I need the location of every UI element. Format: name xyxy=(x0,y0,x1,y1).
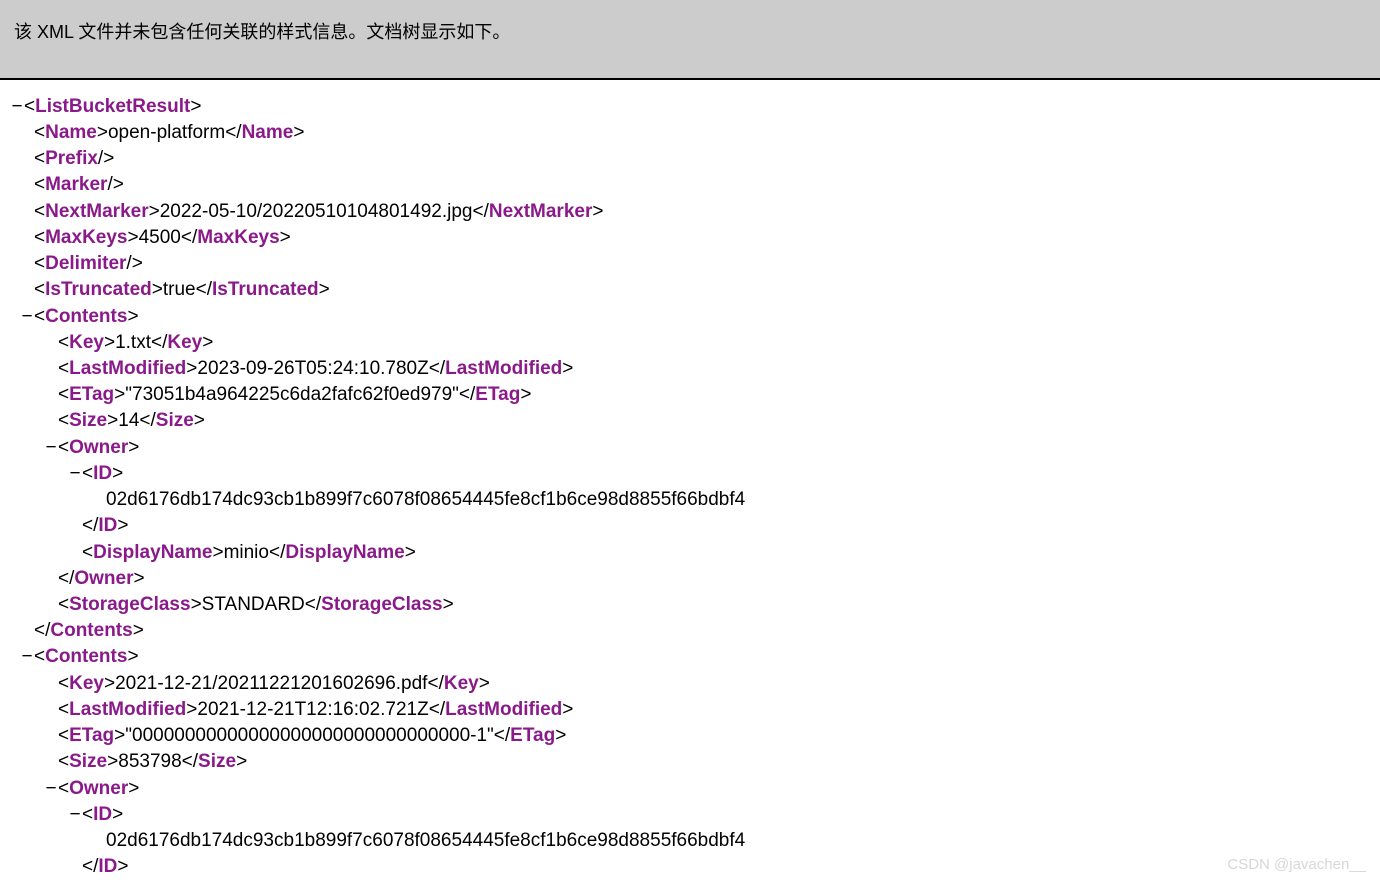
node-nextmarker: <NextMarker>2022-05-10/20220510104801492… xyxy=(10,199,1370,225)
node-contents-open: −<Contents> xyxy=(10,644,1370,670)
node-id-value: 02d6176db174dc93cb1b899f7c6078f08654445f… xyxy=(10,487,1370,513)
info-banner-text: 该 XML 文件并未包含任何关联的样式信息。文档树显示如下。 xyxy=(14,22,510,42)
node-listbucketresult-open: −<ListBucketResult> xyxy=(10,94,1370,120)
node-id-open: −<ID> xyxy=(10,461,1370,487)
node-owner-close: </Owner> xyxy=(10,566,1370,592)
node-owner-open: −<Owner> xyxy=(10,776,1370,802)
collapse-toggle[interactable]: − xyxy=(44,435,58,461)
node-size: <Size>853798</Size> xyxy=(10,749,1370,775)
node-id-close: </ID> xyxy=(10,854,1370,880)
node-istruncated: <IsTruncated>true</IsTruncated> xyxy=(10,277,1370,303)
node-etag: <ETag>"73051b4a964225c6da2fafc62f0ed979"… xyxy=(10,382,1370,408)
collapse-toggle[interactable]: − xyxy=(68,802,82,828)
collapse-toggle[interactable]: − xyxy=(20,644,34,670)
node-etag: <ETag>"00000000000000000000000000000000-… xyxy=(10,723,1370,749)
node-lastmodified: <LastModified>2021-12-21T12:16:02.721Z</… xyxy=(10,697,1370,723)
collapse-toggle[interactable]: − xyxy=(68,461,82,487)
node-maxkeys: <MaxKeys>4500</MaxKeys> xyxy=(10,225,1370,251)
node-lastmodified: <LastModified>2023-09-26T05:24:10.780Z</… xyxy=(10,356,1370,382)
node-id-close: </ID> xyxy=(10,513,1370,539)
node-displayname: <DisplayName>minio</DisplayName> xyxy=(10,540,1370,566)
node-storageclass: <StorageClass>STANDARD</StorageClass> xyxy=(10,592,1370,618)
node-owner-open: −<Owner> xyxy=(10,435,1370,461)
node-contents-close: </Contents> xyxy=(10,618,1370,644)
node-name: <Name>open-platform</Name> xyxy=(10,120,1370,146)
node-contents-open: −<Contents> xyxy=(10,304,1370,330)
collapse-toggle[interactable]: − xyxy=(44,776,58,802)
info-banner: 该 XML 文件并未包含任何关联的样式信息。文档树显示如下。 xyxy=(0,0,1380,80)
xml-tree: −<ListBucketResult> <Name>open-platform<… xyxy=(0,80,1380,890)
node-key: <Key>1.txt</Key> xyxy=(10,330,1370,356)
collapse-toggle[interactable]: − xyxy=(20,304,34,330)
node-key: <Key>2021-12-21/20211221201602696.pdf</K… xyxy=(10,671,1370,697)
collapse-toggle[interactable]: − xyxy=(10,94,24,120)
node-delimiter: <Delimiter/> xyxy=(10,251,1370,277)
node-prefix: <Prefix/> xyxy=(10,146,1370,172)
node-id-value: 02d6176db174dc93cb1b899f7c6078f08654445f… xyxy=(10,828,1370,854)
node-marker: <Marker/> xyxy=(10,172,1370,198)
node-size: <Size>14</Size> xyxy=(10,408,1370,434)
node-id-open: −<ID> xyxy=(10,802,1370,828)
